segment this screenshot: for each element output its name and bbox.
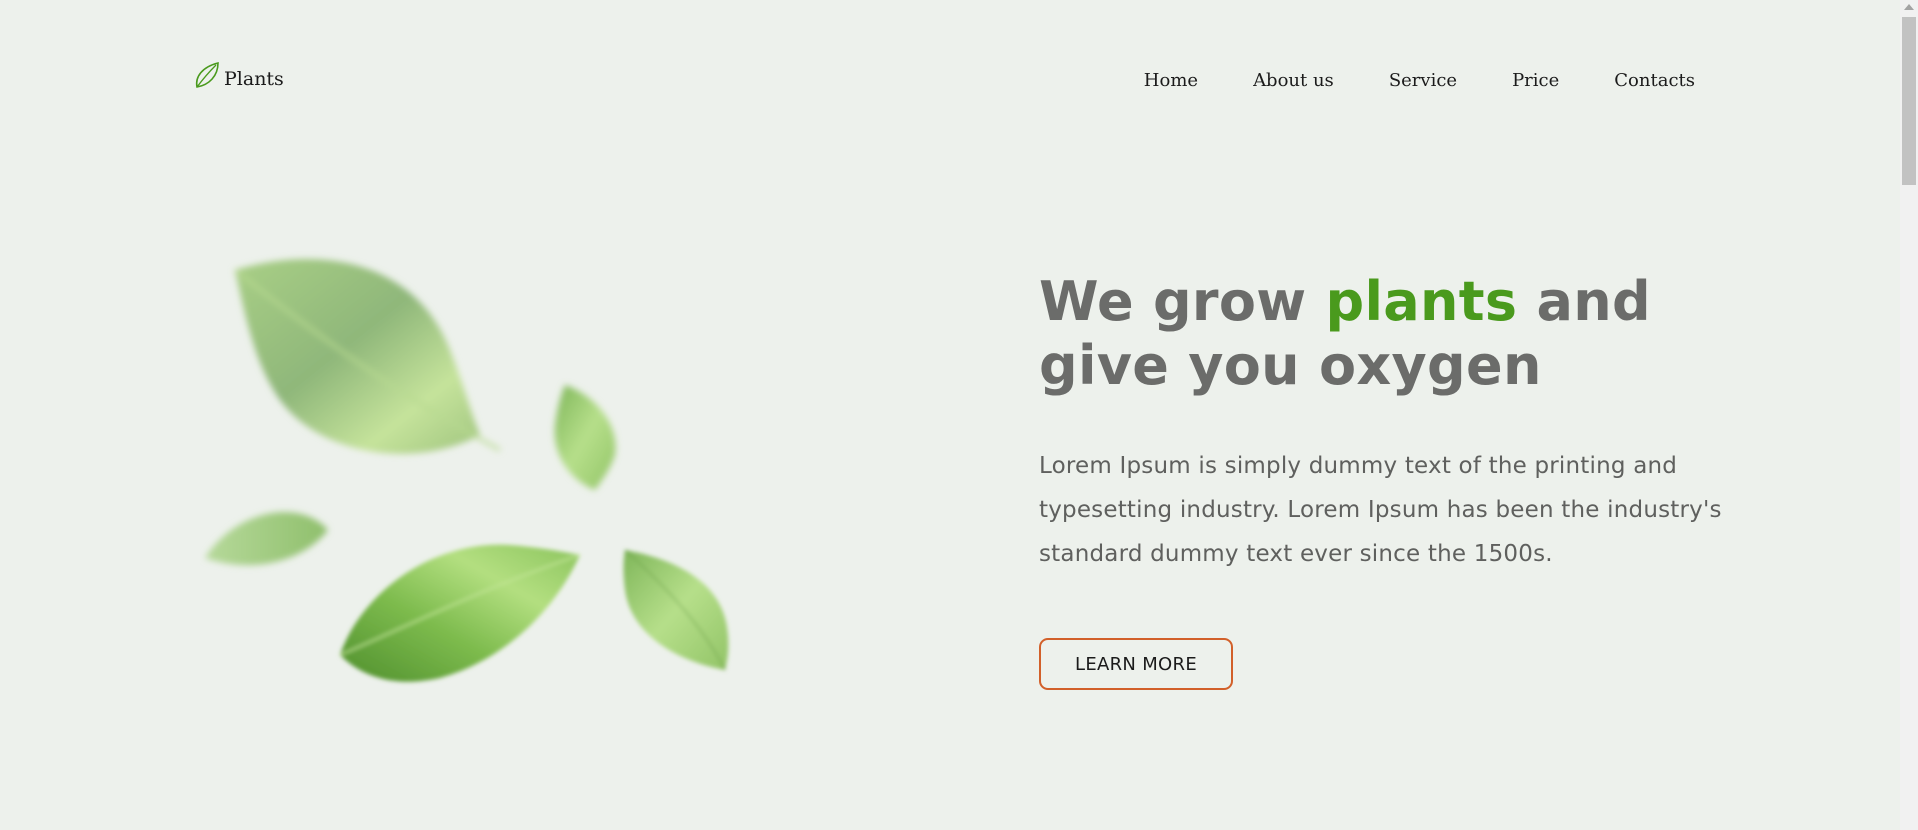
learn-more-button[interactable]: LEARN MORE [1039,638,1233,690]
logo-text: Plants [224,68,284,90]
landing-page: Plants Home About us Service Price Conta… [0,0,1900,830]
leaf-small-right-icon [554,385,616,490]
leaf-large-icon [233,259,501,454]
logo[interactable]: Plants [194,60,284,90]
nav-item-contacts[interactable]: Contacts [1614,70,1695,91]
falling-leaves-illustration [200,240,760,700]
hero-title: We grow plants and give you oxygen [1039,270,1719,398]
hero-title-start: We grow [1039,270,1326,333]
main-nav: Home About us Service Price Contacts [1144,70,1695,91]
nav-item-about-us[interactable]: About us [1253,70,1334,91]
nav-item-price[interactable]: Price [1512,70,1559,91]
leaf-tiny-left-icon [205,512,328,566]
scrollbar-thumb[interactable] [1902,17,1916,185]
hero-section: We grow plants and give you oxygen Lorem… [1039,270,1721,690]
hero-description: Lorem Ipsum is simply dummy text of the … [1039,453,1722,567]
hero-title-accent: plants [1325,270,1518,333]
leaf-icon [194,60,222,90]
vertical-scrollbar[interactable] [1900,0,1918,830]
scroll-up-arrow-icon[interactable] [1904,4,1914,10]
leaf-bottom-right-icon [623,549,729,671]
nav-item-home[interactable]: Home [1144,70,1198,91]
nav-item-service[interactable]: Service [1389,70,1457,91]
leaf-bottom-middle-icon [339,544,581,682]
